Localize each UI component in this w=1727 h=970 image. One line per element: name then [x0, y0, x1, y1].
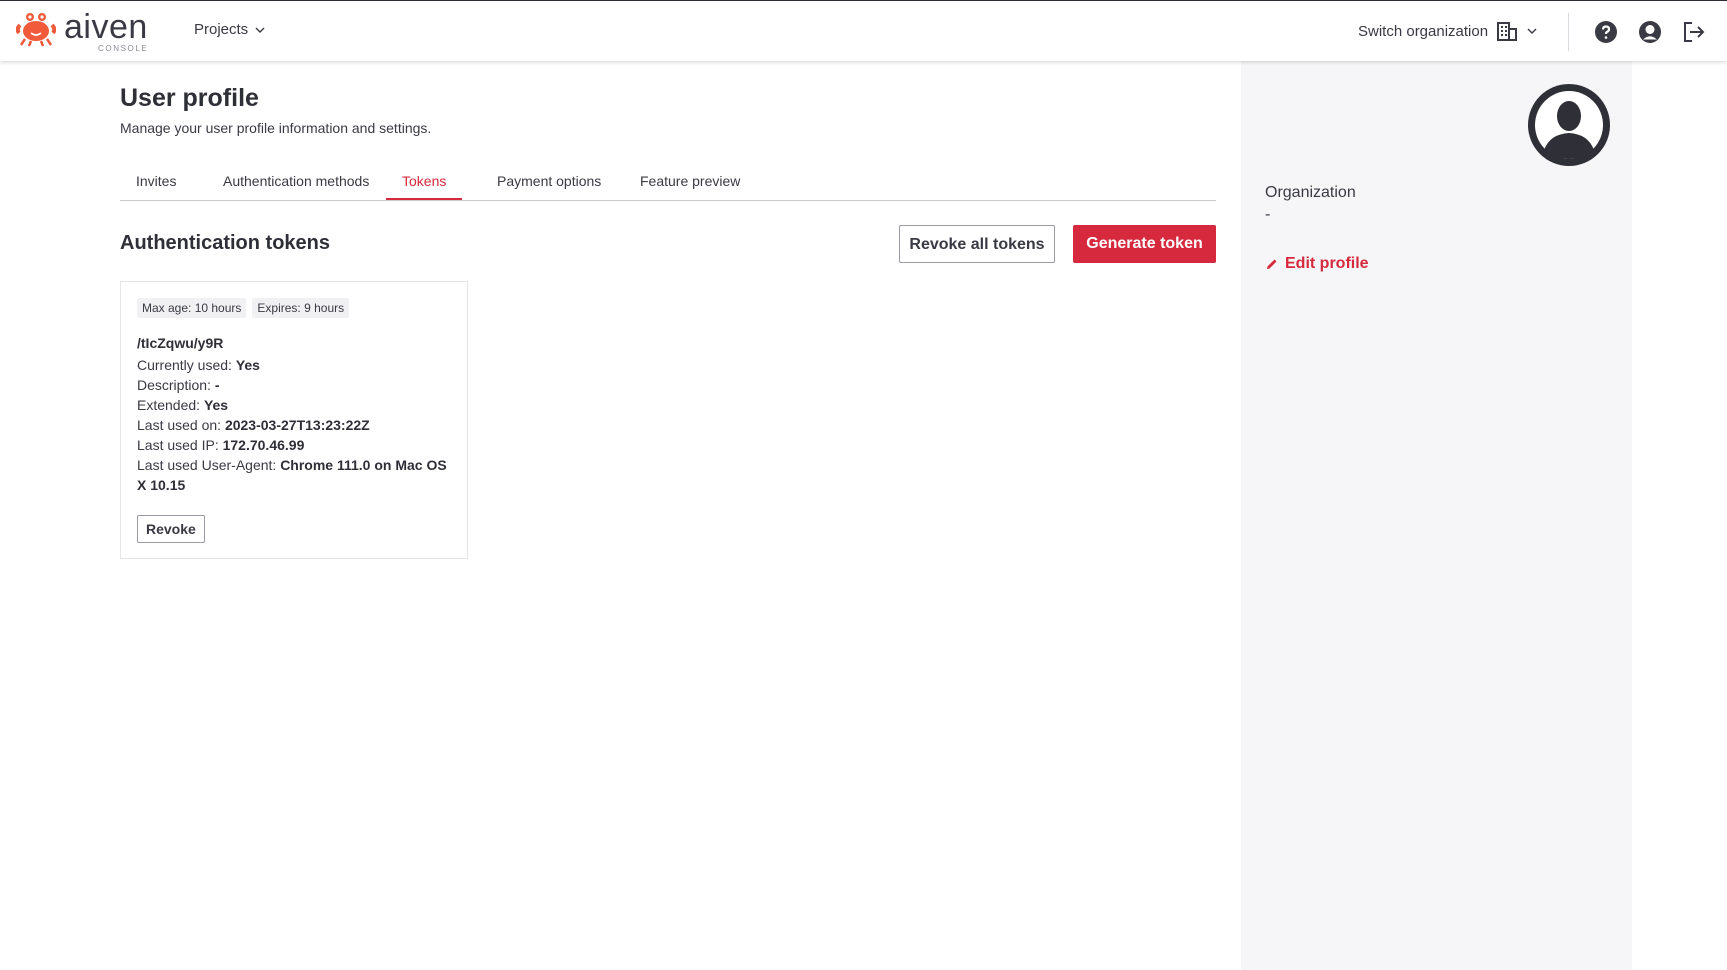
organization-label: Organization: [1265, 184, 1356, 201]
header-divider: [1568, 13, 1569, 51]
generate-token-button[interactable]: Generate token: [1073, 225, 1216, 263]
help-icon[interactable]: [1594, 20, 1618, 44]
top-navigation-bar: aiven CONSOLE Projects Switch organizati…: [0, 0, 1727, 61]
pencil-icon: [1267, 259, 1277, 269]
building-icon: [1497, 22, 1518, 41]
max-age-badge: Max age: 10 hours: [137, 298, 247, 318]
user-circle-icon[interactable]: [1638, 20, 1662, 44]
token-badges: Max age: 10 hours Expires: 9 hours: [137, 298, 350, 318]
token-description: Description: -: [137, 377, 220, 393]
switch-organization-label: Switch organization: [1358, 22, 1489, 40]
expires-badge: Expires: 9 hours: [252, 298, 350, 318]
tab-invites[interactable]: Invites: [120, 166, 192, 199]
token-last-used-on: Last used on: 2023-03-27T13:23:22Z: [137, 417, 370, 433]
edit-profile-link[interactable]: Edit profile: [1265, 255, 1369, 273]
chevron-down-icon: [255, 27, 265, 33]
logout-icon[interactable]: [1682, 20, 1706, 44]
chevron-down-icon: [1527, 28, 1537, 34]
tab-payment-options[interactable]: Payment options: [481, 166, 617, 199]
token-card: Max age: 10 hours Expires: 9 hours /tIcZ…: [120, 281, 468, 559]
token-extended: Extended: Yes: [137, 397, 229, 413]
page-title: User profile: [120, 84, 259, 112]
aiven-logo[interactable]: aiven CONSOLE: [16, 8, 156, 55]
organization-value: -: [1265, 206, 1271, 223]
page-subtitle: Manage your user profile information and…: [120, 120, 432, 136]
tab-feature-preview[interactable]: Feature preview: [624, 166, 756, 199]
token-user-agent: Last used User-Agent: Chrome 111.0 on Ma…: [137, 457, 447, 493]
logo-wordmark: aiven: [64, 8, 148, 46]
section-title: Authentication tokens: [120, 232, 331, 254]
revoke-all-tokens-button[interactable]: Revoke all tokens: [899, 225, 1055, 263]
token-currently-used: Currently used: Yes: [137, 357, 260, 373]
tab-authentication-methods[interactable]: Authentication methods: [207, 166, 385, 199]
revoke-token-button[interactable]: Revoke: [137, 515, 205, 543]
projects-label: Projects: [194, 21, 249, 38]
token-last-used-ip: Last used IP: 172.70.46.99: [137, 437, 305, 453]
logo-subtitle: CONSOLE: [98, 44, 149, 53]
switch-organization-dropdown[interactable]: Switch organization: [1358, 20, 1538, 42]
profile-sidebar: Organization - Edit profile: [1241, 60, 1632, 970]
token-details: Currently used: Yes Description: - Exten…: [137, 355, 453, 495]
tab-tokens[interactable]: Tokens: [386, 166, 463, 200]
crab-logo-icon: [16, 13, 56, 47]
avatar: [1528, 84, 1610, 166]
edit-profile-label: Edit profile: [1285, 255, 1369, 272]
projects-dropdown[interactable]: Projects: [194, 21, 266, 38]
profile-tabs: Invites Authentication methods Tokens Pa…: [120, 166, 1216, 201]
token-id: /tIcZqwu/y9R: [137, 335, 224, 351]
